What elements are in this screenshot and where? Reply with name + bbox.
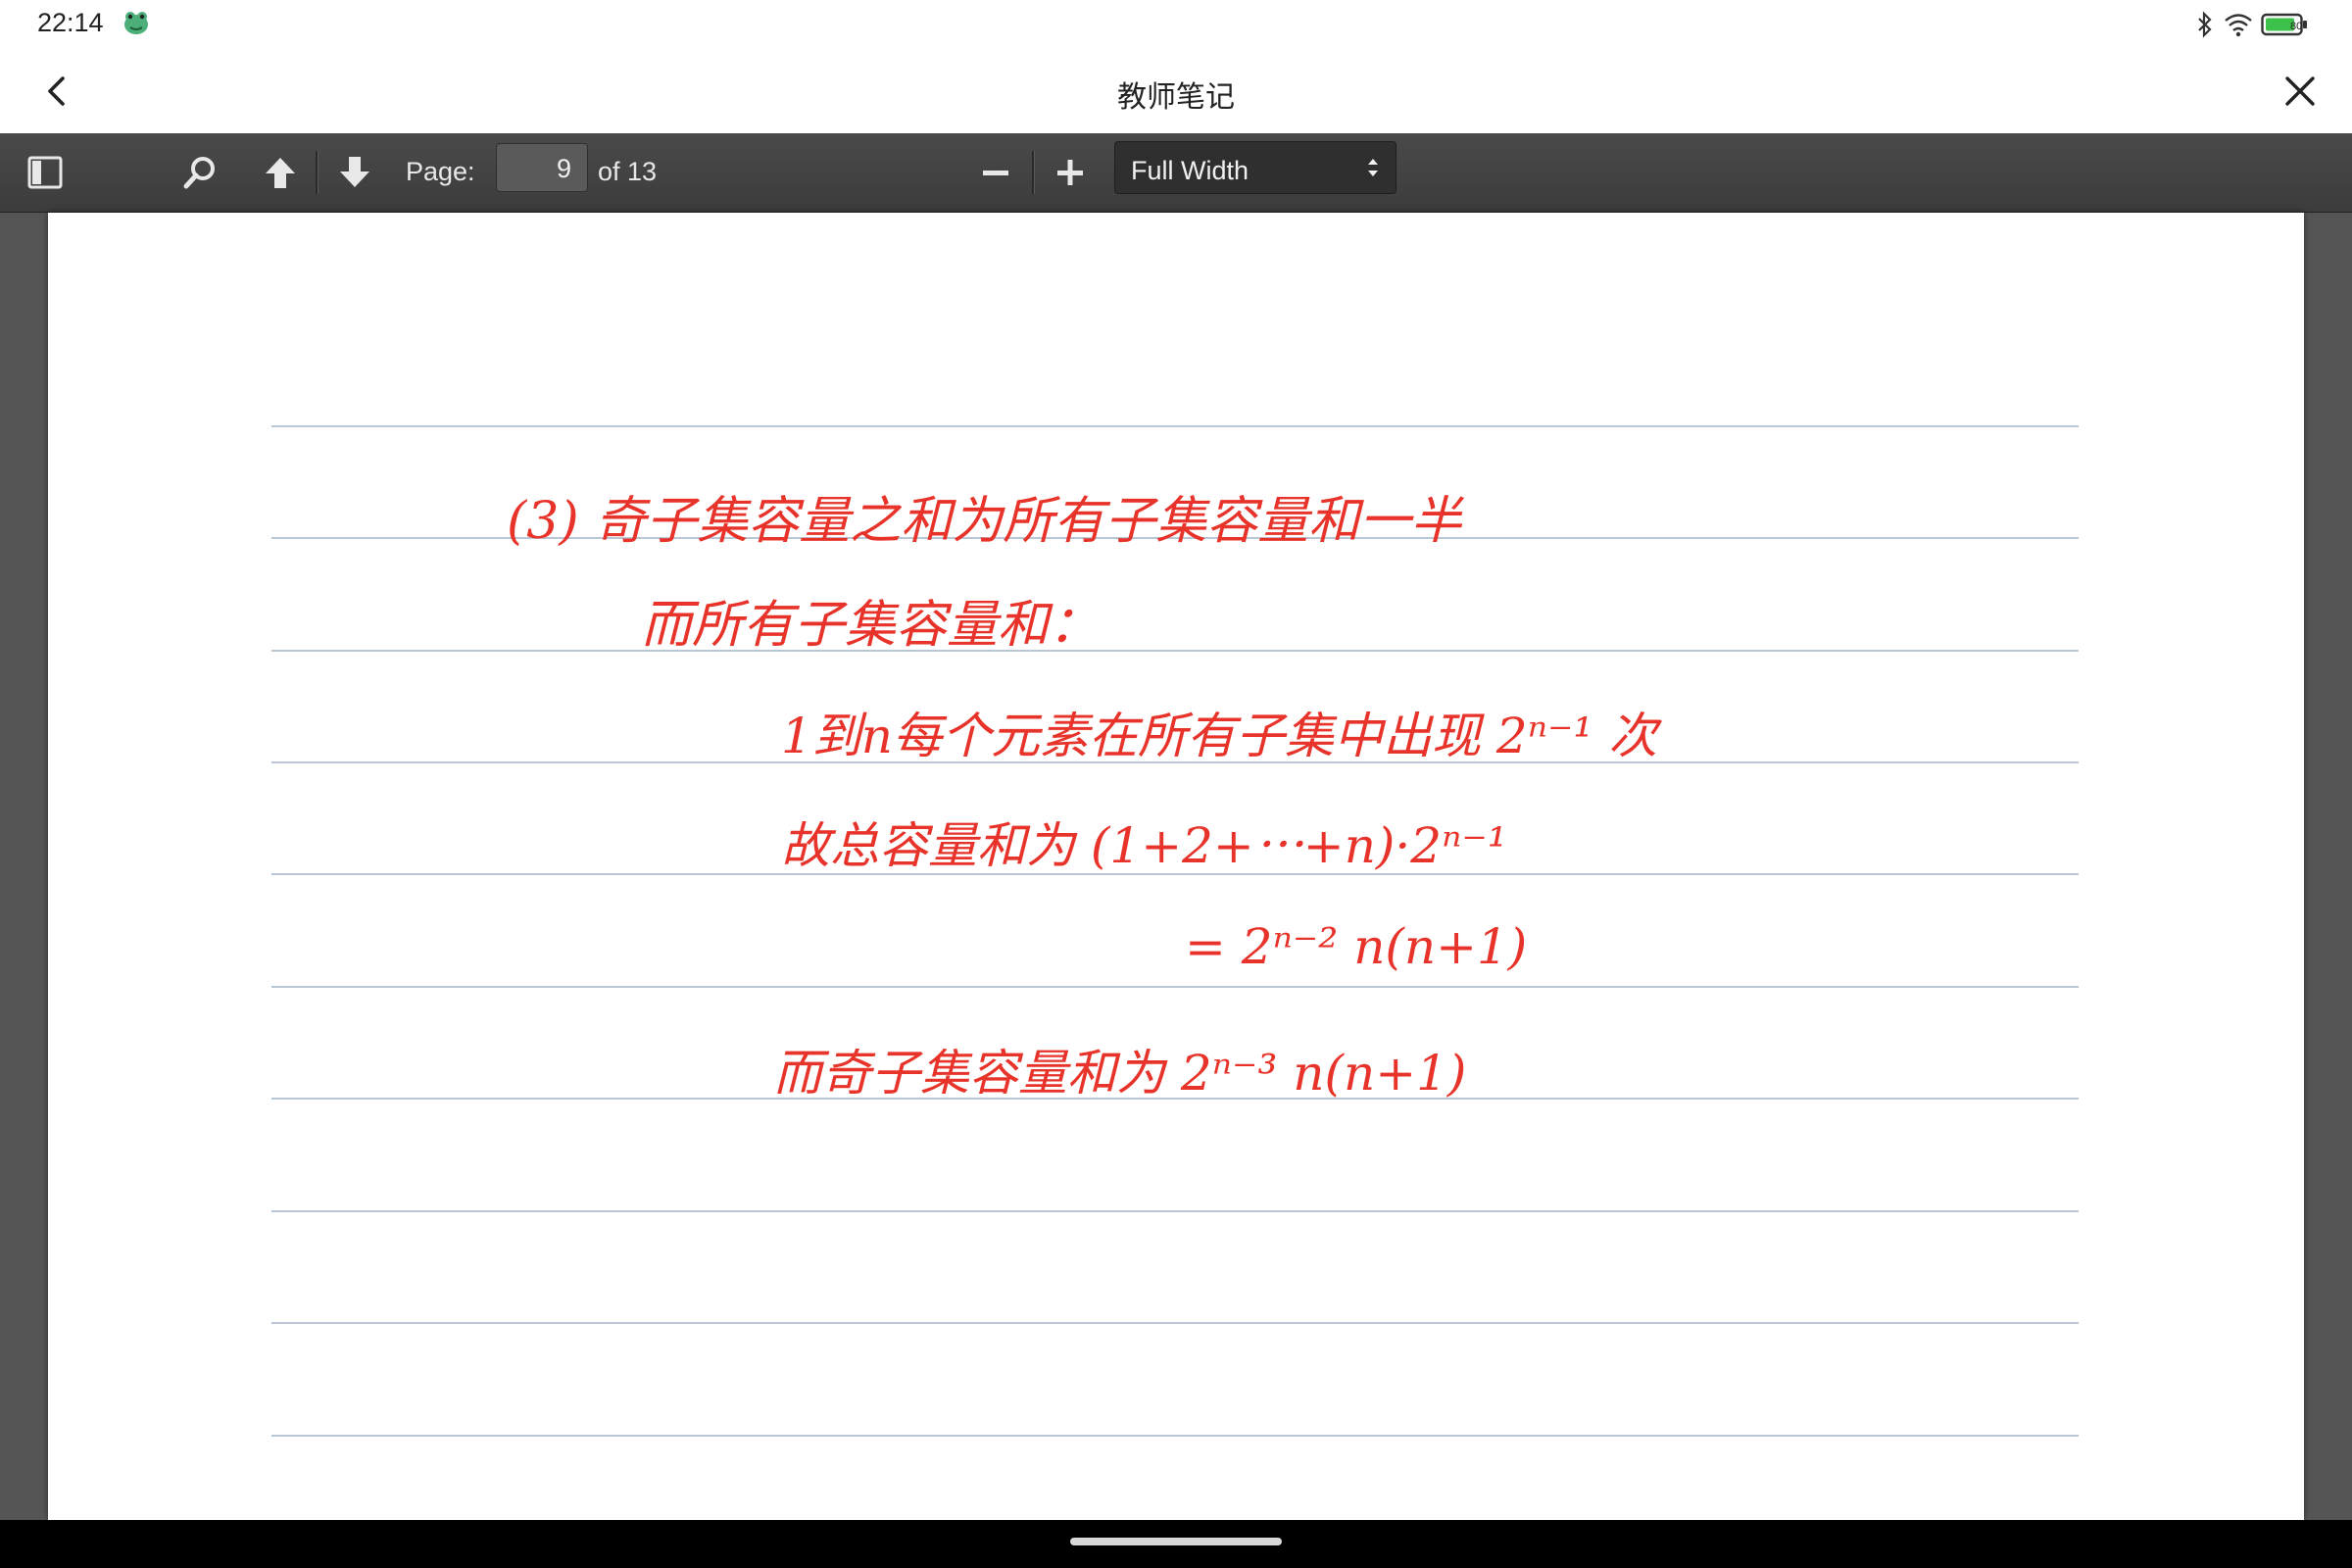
pdf-toolbar: Page: 9 of 13 Full Width [0, 133, 2352, 213]
handwritten-line-4: 故总容量和为 (1+2+⋯+n)·2ⁿ⁻¹ [781, 817, 1507, 874]
zoom-select[interactable]: Full Width [1114, 141, 1396, 194]
handwritten-line-6: 而奇子集容量和为 2ⁿ⁻³ n(n+1) [773, 1045, 1467, 1102]
wifi-icon [2225, 14, 2252, 37]
handwritten-line-3: 1到n每个元素在所有子集中出现 2ⁿ⁻¹ 次 [781, 708, 1658, 764]
ruled-line [271, 1435, 2079, 1437]
next-page-button[interactable] [329, 147, 380, 198]
ruled-line [271, 425, 2079, 427]
zoom-out-button[interactable] [970, 147, 1021, 198]
arrow-up-icon [266, 158, 295, 188]
ruled-line [271, 1210, 2079, 1212]
status-bar: 22:14 80 [0, 0, 2352, 49]
sidebar-toggle-button[interactable] [20, 147, 71, 198]
ruled-line [271, 650, 2079, 652]
zoom-in-button[interactable] [1045, 147, 1096, 198]
frog-app-icon [124, 12, 148, 34]
document-viewer[interactable]: (3) 奇子集容量之和为所有子集容量和一半 而所有子集容量和： 1到n每个元素在… [0, 213, 2352, 1520]
page-title: 教师笔记 [1117, 81, 1235, 114]
status-time: 22:14 [37, 8, 104, 37]
bluetooth-icon [2198, 11, 2212, 38]
sidebar-toggle-icon [27, 156, 63, 189]
zoom-select-value: Full Width [1131, 156, 1250, 185]
handwritten-line-5: = 2ⁿ⁻² n(n+1) [1185, 918, 1528, 975]
page-label: Page: [406, 157, 475, 186]
navigation-bar [0, 1520, 2352, 1568]
toolbar-separator [316, 151, 318, 194]
battery-level: 80 [2290, 21, 2302, 32]
arrow-down-icon [340, 157, 369, 187]
ruled-line [271, 1322, 2079, 1324]
battery-icon: 80 [2261, 13, 2307, 36]
app-title-bar: 教师笔记 [0, 49, 2352, 133]
search-icon [183, 157, 215, 189]
minus-icon [983, 171, 1008, 175]
select-arrows-icon [1368, 159, 1378, 176]
search-button[interactable] [174, 147, 225, 198]
pdf-page: (3) 奇子集容量之和为所有子集容量和一半 而所有子集容量和： 1到n每个元素在… [48, 213, 2304, 1520]
page-number-input[interactable]: 9 [496, 143, 588, 192]
system-icons: 80 [2194, 10, 2308, 39]
toolbar-separator [1032, 151, 1035, 194]
previous-page-button[interactable] [255, 147, 306, 198]
page-count: of 13 [598, 157, 658, 186]
ruled-line [271, 986, 2079, 988]
handwritten-line-1: (3) 奇子集容量之和为所有子集容量和一半 [507, 492, 1462, 551]
plus-icon [1057, 160, 1083, 185]
home-gesture-handle[interactable] [1070, 1538, 1282, 1545]
close-icon[interactable] [2278, 69, 2323, 114]
handwritten-line-2: 而所有子集容量和： [641, 596, 1101, 655]
